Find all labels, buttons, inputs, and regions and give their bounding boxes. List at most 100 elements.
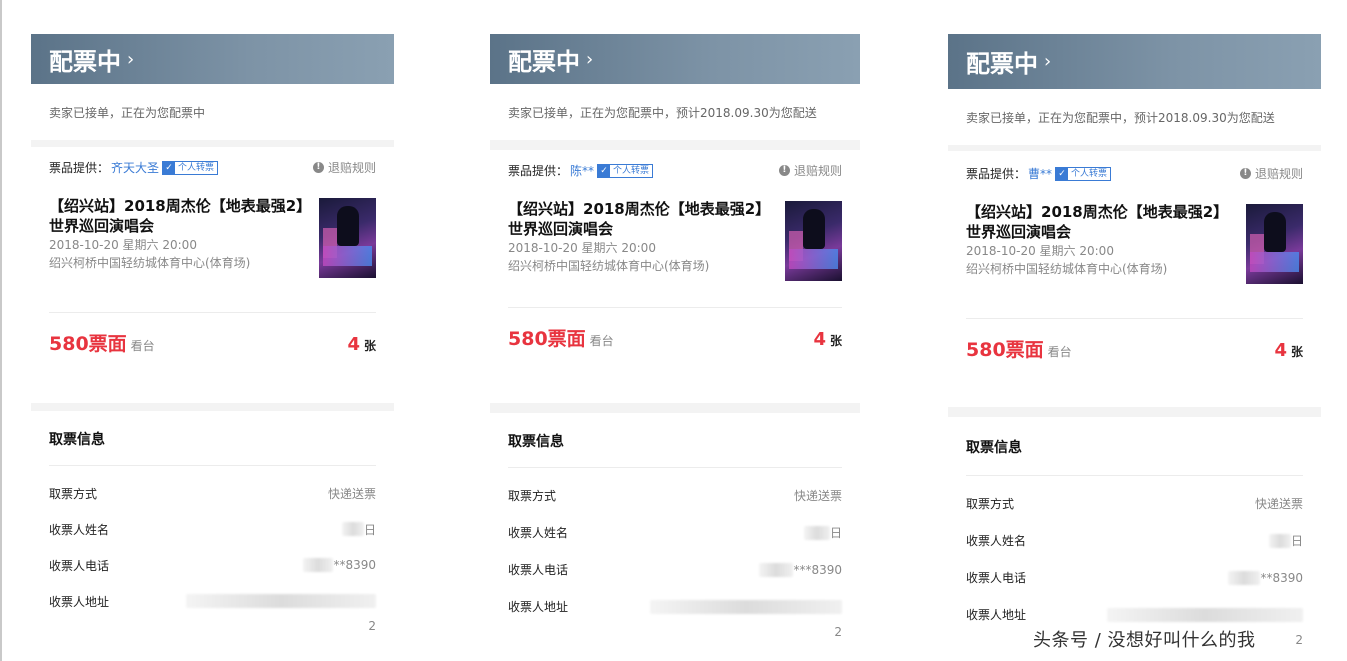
divider: [966, 318, 1303, 319]
ticket-count: 4: [813, 329, 826, 350]
status-title: 配票中: [966, 50, 1038, 78]
price-row: 580票面 看台 4张: [508, 324, 842, 351]
info-value: 快递送票: [1254, 497, 1303, 511]
info-row-phone: 收票人电话 ***8390: [508, 551, 842, 588]
show-title: 【绍兴站】2018周杰伦【地表最强2】世界巡回演唱会: [49, 197, 304, 235]
pickup-info-card: 取票信息 取票方式 快递送票 收票人姓名日 收票人电话 **8390 收票人地址 2: [31, 411, 394, 632]
chevron-right-icon: ›: [1044, 51, 1052, 72]
redacted-blur: [759, 562, 794, 577]
info-value: 日: [829, 526, 842, 540]
status-title: 配票中: [508, 47, 580, 76]
divider: [508, 467, 842, 468]
show-date: 2018-10-20 星期六 20:00: [966, 244, 1114, 258]
ticket-price: 580票面: [508, 328, 586, 350]
seat-area: 看台: [589, 334, 614, 348]
refund-rules-link[interactable]: ! 退赔规则: [778, 162, 842, 179]
provider-label: 票品提供：: [966, 167, 1027, 181]
redacted-blur: [803, 525, 830, 540]
info-row-name: 收票人姓名 日: [508, 514, 842, 551]
seat-area: 看台: [1047, 345, 1072, 359]
status-header[interactable]: 配票中 ›: [948, 34, 1321, 89]
provider-label: 票品提供：: [508, 164, 569, 178]
show-title: 【绍兴站】2018周杰伦【地表最强2】世界巡回演唱会: [508, 200, 763, 238]
seller-name[interactable]: 陈**: [570, 162, 594, 179]
info-row-method: 取票方式 快递送票: [49, 475, 376, 511]
seller-name[interactable]: 曹**: [1028, 165, 1052, 182]
info-row-phone: 收票人电话 **8390: [966, 559, 1303, 596]
info-label: 收票人电话: [508, 563, 569, 577]
info-icon: !: [312, 162, 324, 173]
concert-poster: [785, 201, 842, 281]
redacted-blur: [186, 594, 376, 608]
info-row-phone: 收票人电话 **8390: [49, 547, 376, 583]
concert-poster: [1246, 204, 1303, 284]
divider: [966, 475, 1303, 476]
info-label: 收票人姓名: [966, 534, 1027, 548]
info-value: ***8390: [793, 562, 842, 577]
refund-text: 退赔规则: [1254, 167, 1303, 181]
pickup-info-card: 取票信息 取票方式 快递送票 收票人姓名日 收票人电话 **8390 收票人地址 2: [948, 417, 1321, 644]
show-info[interactable]: 【绍兴站】2018周杰伦【地表最强2】世界巡回演唱会 2018-10-20 星期…: [49, 196, 376, 278]
status-title: 配票中: [49, 47, 121, 76]
price-row: 580票面 看台 4张: [49, 329, 376, 356]
badge-text: 个人转票: [178, 162, 215, 173]
provider-label: 票品提供：: [49, 161, 110, 175]
price-row: 580票面 看台 4张: [966, 335, 1303, 362]
pickup-title: 取票信息: [49, 432, 105, 448]
ticket-count-unit: 张: [829, 334, 842, 348]
chevron-right-icon: ›: [586, 48, 594, 70]
ticket-card: 票品提供： 陈** ✓ 个人转票 ! 退赔规则 【绍兴站】2018周杰伦【地表最强2…: [490, 150, 860, 403]
status-header[interactable]: 配票中 ›: [490, 34, 860, 84]
divider: [49, 465, 376, 466]
info-row-name: 收票人姓名 日: [49, 511, 376, 547]
show-info[interactable]: 【绍兴站】2018周杰伦【地表最强2】世界巡回演唱会 2018-10-20 星期…: [966, 202, 1303, 284]
info-label: 收票人姓名: [508, 526, 569, 540]
left-border: [0, 0, 2, 661]
watermark: 头条号 / 没想好叫什么的我: [1033, 630, 1256, 651]
info-label: 取票方式: [49, 486, 98, 501]
refund-rules-link[interactable]: ! 退赔规则: [312, 159, 376, 176]
pickup-title: 取票信息: [508, 434, 564, 450]
info-icon: !: [778, 165, 790, 176]
refund-text: 退赔规则: [327, 161, 376, 175]
show-date: 2018-10-20 星期六 20:00: [508, 241, 656, 255]
redacted-blur: [1107, 607, 1303, 622]
personal-transfer-badge: ✓ 个人转票: [597, 163, 654, 178]
info-value: **8390: [333, 558, 376, 572]
info-value: 日: [363, 522, 376, 537]
ticket-card: 票品提供： 曹** ✓ 个人转票 ! 退赔规则 【绍兴站】2018周杰伦【地表最强2…: [948, 151, 1321, 407]
info-label: 取票方式: [966, 497, 1015, 511]
show-venue: 绍兴柯桥中国轻纺城体育中心(体育场): [49, 256, 251, 270]
address-tail: 2: [368, 619, 376, 632]
personal-transfer-badge: ✓ 个人转票: [1055, 166, 1112, 181]
refund-rules-link[interactable]: ! 退赔规则: [1239, 165, 1303, 182]
info-value: 快递送票: [793, 489, 842, 503]
status-subtitle: 卖家已接单，正在为您配票中，预计2018.09.30为您配送: [948, 89, 1321, 145]
ticket-count-unit: 张: [1290, 345, 1303, 359]
info-label: 收票人地址: [49, 594, 110, 609]
status-subtitle: 卖家已接单，正在为您配票中，预计2018.09.30为您配送: [490, 84, 860, 140]
info-value: **8390: [1260, 570, 1303, 585]
redacted-blur: [341, 522, 364, 536]
redacted-blur: [303, 558, 334, 572]
redacted-blur: [1228, 570, 1261, 585]
redacted-blur: [650, 599, 842, 614]
ticket-price: 580票面: [49, 333, 127, 355]
ticket-card: 票品提供： 齐天大圣 ✓ 个人转票 ! 退赔规则 【绍兴站】2018周杰伦【地表最强…: [31, 147, 394, 403]
status-subtitle-text: 卖家已接单，正在为您配票中: [49, 105, 206, 120]
info-label: 收票人电话: [966, 571, 1027, 585]
info-label: 取票方式: [508, 489, 557, 503]
pickup-info-card: 取票信息 取票方式 快递送票 收票人姓名日 收票人电话 ***8390 收票人地址 …: [490, 413, 860, 641]
check-icon: ✓: [1056, 167, 1069, 180]
status-subtitle: 卖家已接单，正在为您配票中: [31, 84, 394, 140]
show-info[interactable]: 【绍兴站】2018周杰伦【地表最强2】世界巡回演唱会 2018-10-20 星期…: [508, 199, 842, 281]
show-date: 2018-10-20 星期六 20:00: [49, 238, 197, 252]
seller-name[interactable]: 齐天大圣: [111, 159, 159, 176]
status-header[interactable]: 配票中 ›: [31, 34, 394, 84]
provider-row: 票品提供： 陈** ✓ 个人转票 ! 退赔规则: [508, 150, 842, 179]
pickup-title: 取票信息: [966, 440, 1022, 456]
order-panel-2: 配票中 › 卖家已接单，正在为您配票中，预计2018.09.30为您配送 票品提…: [490, 34, 860, 641]
info-value: 快递送票: [327, 486, 376, 501]
badge-text: 个人转票: [613, 165, 650, 176]
divider: [508, 307, 842, 308]
